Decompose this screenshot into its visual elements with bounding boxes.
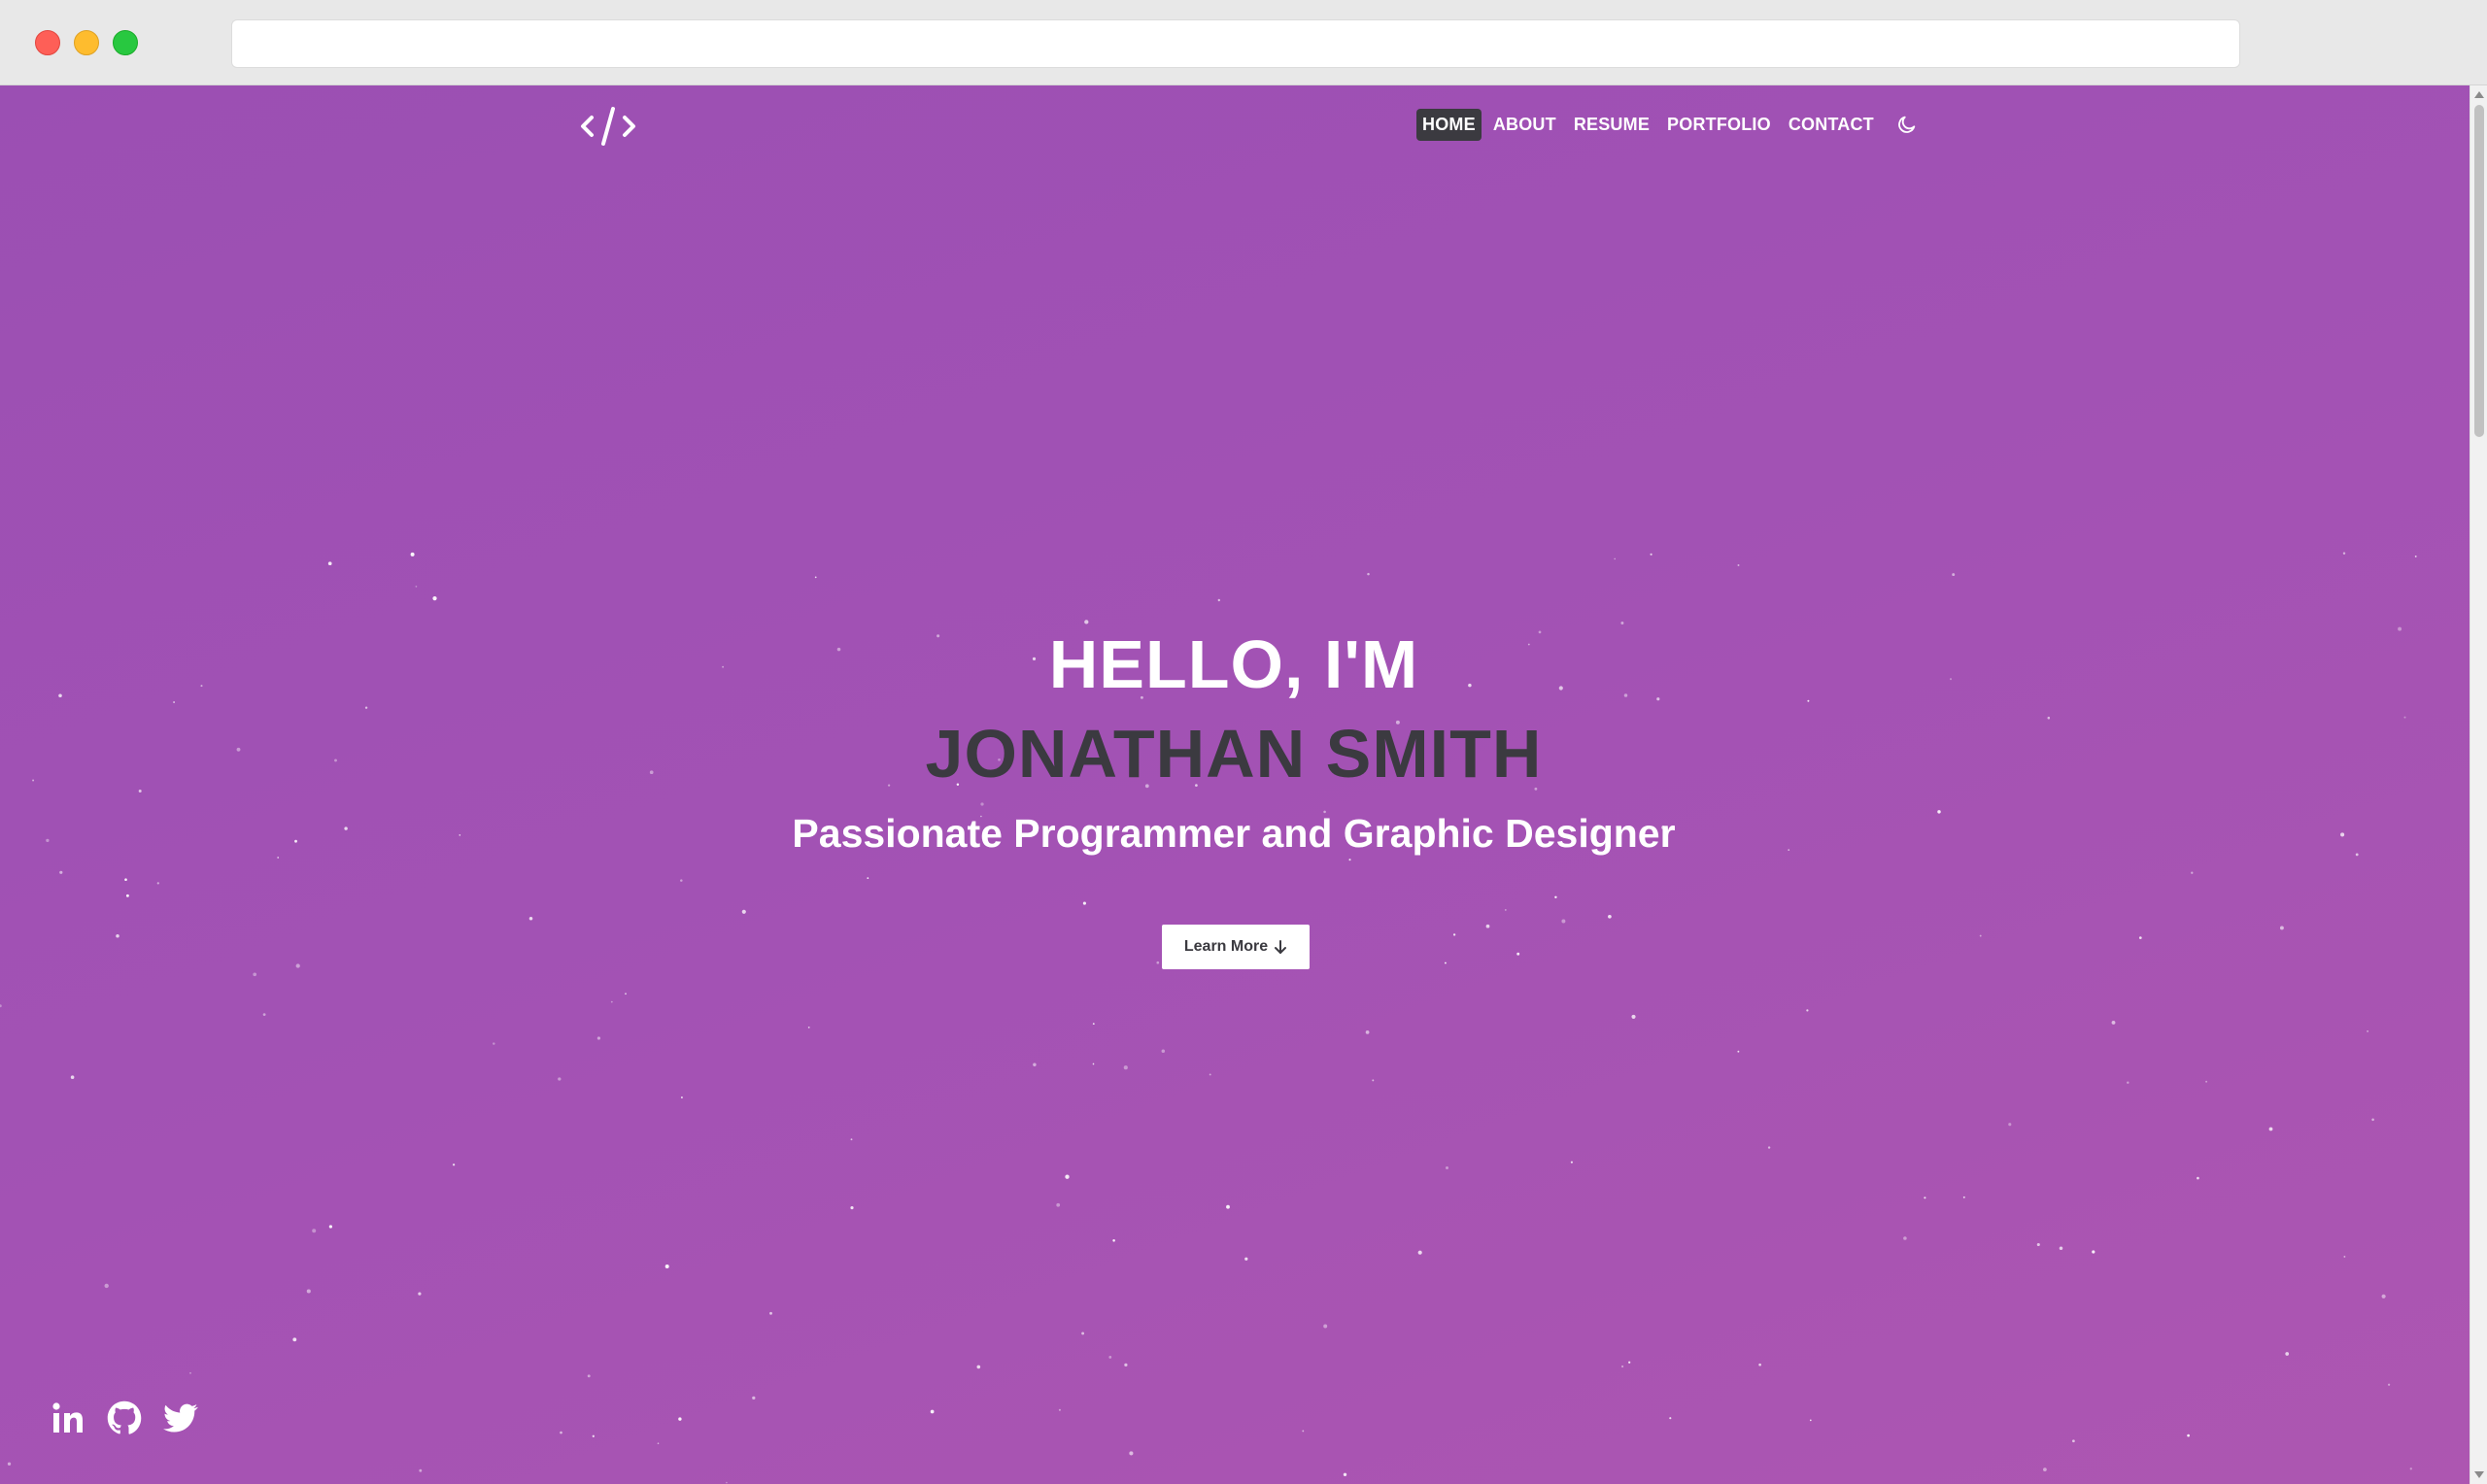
site-logo[interactable] [579,103,637,150]
hero-greeting: HELLO, I'M [1048,626,1419,702]
learn-more-label: Learn More [1183,938,1269,955]
hero-name: JONATHAN SMITH [925,716,1543,792]
window-close-button[interactable] [35,30,60,55]
learn-more-button[interactable]: Learn More [1162,925,1310,969]
code-brackets-icon [581,107,635,146]
nav-item-home[interactable]: HOME [1416,108,1482,141]
nav-item-contact[interactable]: CONTACT [1783,109,1880,141]
scroll-up-arrow[interactable] [2474,91,2484,98]
nav-item-resume[interactable]: RESUME [1568,109,1655,141]
moon-icon [1898,116,1916,133]
window-minimize-button[interactable] [74,30,99,55]
linkedin-icon[interactable] [51,1400,85,1435]
github-icon[interactable] [107,1400,142,1435]
social-links [51,1400,198,1435]
address-bar[interactable] [231,19,2240,68]
arrow-down-icon [1275,940,1287,954]
scroll-down-arrow[interactable] [2474,1471,2484,1478]
hero-tagline: Passionate Programmer and Graphic Design… [792,811,1676,856]
theme-toggle-button[interactable] [1895,113,1919,136]
vertical-scrollbar[interactable] [2470,85,2487,1484]
nav-item-about[interactable]: ABOUT [1487,109,1562,141]
window-maximize-button[interactable] [113,30,138,55]
scrollbar-thumb[interactable] [2474,105,2484,437]
main-nav: HOME ABOUT RESUME PORTFOLIO CONTACT [1416,108,1919,141]
page-viewport: HOME ABOUT RESUME PORTFOLIO CONTACT HELL… [0,85,2487,1484]
browser-chrome [0,0,2487,85]
twitter-icon[interactable] [163,1400,198,1435]
nav-item-portfolio[interactable]: PORTFOLIO [1661,109,1777,141]
